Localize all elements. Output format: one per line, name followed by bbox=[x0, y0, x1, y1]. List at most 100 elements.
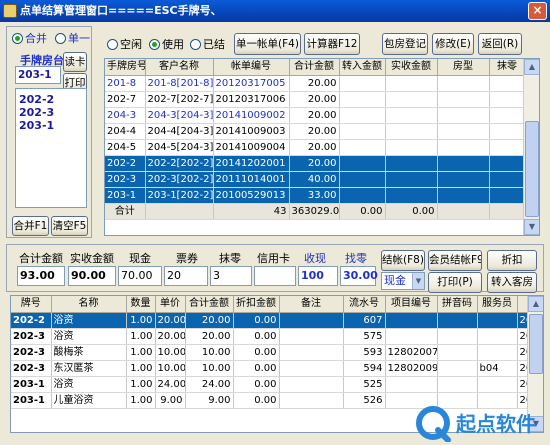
card-input[interactable]: 203-1 bbox=[15, 66, 61, 84]
total-amount-field[interactable]: 93.00 bbox=[17, 266, 65, 286]
room-listbox[interactable]: 202-2 202-3 203-1 bbox=[15, 88, 87, 208]
scroll-up-arrow[interactable]: ▲ bbox=[528, 296, 543, 312]
modify-button[interactable]: 修改(E) bbox=[432, 33, 474, 55]
table-cell: 东汉匿茶 bbox=[51, 360, 127, 377]
table-row[interactable]: 202-7 202-7[202-7] 20120317006 20.00 bbox=[105, 91, 526, 108]
table-cell: 儿童浴资 bbox=[51, 392, 127, 409]
scroll-up-arrow[interactable]: ▲ bbox=[524, 59, 539, 75]
settle-button[interactable]: 结帐(F8) bbox=[381, 250, 425, 271]
table-cell: 浴资 bbox=[51, 376, 127, 393]
col-header[interactable]: 名称 bbox=[51, 296, 127, 313]
table-cell bbox=[339, 171, 386, 188]
table-row[interactable]: 203-1 203-1[202-2] 20100529013 33.00 bbox=[105, 187, 526, 204]
col-header[interactable]: 转入金额 bbox=[339, 59, 386, 76]
mode-merge-radio[interactable]: 合并 bbox=[12, 30, 47, 46]
merge-button[interactable]: 合并F1 bbox=[12, 216, 49, 236]
table-row[interactable]: 202-2浴资1.0020.0020.000.00607201 bbox=[11, 312, 530, 329]
mode-single-label: 单一 bbox=[68, 32, 90, 45]
cash-received-field[interactable]: 100 bbox=[298, 266, 338, 286]
table-row[interactable]: 204-4 204-4[204-3] 20141009003 20.00 bbox=[105, 123, 526, 140]
bills-body: 201-8 201-8[201-8] 20120317005 20.00 202-7 20… bbox=[105, 75, 526, 204]
table-cell: 607 bbox=[343, 312, 386, 329]
list-item[interactable]: 202-3 bbox=[19, 106, 86, 119]
table-cell: 浴资 bbox=[51, 312, 127, 329]
voucher-field[interactable]: 20 bbox=[164, 266, 208, 286]
col-header[interactable]: 服务员 bbox=[477, 296, 518, 313]
col-header[interactable]: 房型 bbox=[437, 59, 490, 76]
print-button[interactable]: 打印(P) bbox=[428, 272, 482, 293]
table-cell: 10.00 bbox=[185, 344, 234, 361]
table-cell: 20.00 bbox=[185, 312, 234, 329]
cash-field[interactable]: 70.00 bbox=[118, 266, 162, 286]
list-item[interactable]: 203-1 bbox=[19, 119, 86, 132]
discount-button[interactable]: 折扣 bbox=[487, 250, 537, 271]
scroll-thumb[interactable] bbox=[525, 121, 539, 217]
col-header[interactable]: 合计金额 bbox=[289, 59, 340, 76]
col-header[interactable]: 拼音码 bbox=[437, 296, 478, 313]
back-button[interactable]: 返回(R) bbox=[478, 33, 522, 55]
single-bill-button[interactable]: 单一帐单(F4) bbox=[234, 33, 301, 55]
read-card-button[interactable]: 读卡 bbox=[63, 52, 87, 72]
member-settle-button[interactable]: 会员结帐F9 bbox=[428, 250, 482, 271]
col-header[interactable]: 手牌房号 bbox=[105, 59, 146, 76]
calculator-button[interactable]: 计算器F12 bbox=[304, 33, 360, 55]
table-row[interactable]: 202-3 202-3[202-2] 20111014001 40.00 bbox=[105, 171, 526, 188]
col-header[interactable]: 牌号 bbox=[11, 296, 52, 313]
table-row[interactable]: 204-3 204-3[204-3] 20141009002 20.00 bbox=[105, 107, 526, 124]
filter-idle-radio[interactable]: 空闲 bbox=[107, 36, 142, 52]
table-row[interactable]: 203-1浴资1.0024.0024.000.00525201 bbox=[11, 376, 530, 393]
summary-header: 票券 bbox=[176, 252, 198, 265]
rounding-field[interactable]: 3 bbox=[210, 266, 252, 286]
table-cell: 1.00 bbox=[126, 376, 156, 393]
payment-method-select[interactable]: 现金 ▼ bbox=[381, 272, 425, 290]
table-cell: 201-8 bbox=[105, 75, 146, 92]
bills-grid[interactable]: 手牌房号 客户名称 帐单编号 合计金额 转入金额 实收金额 房型 抹零 201-… bbox=[104, 58, 540, 236]
table-cell: 20.00 bbox=[289, 75, 340, 92]
total-received: 0.00 bbox=[339, 203, 386, 220]
table-cell bbox=[437, 376, 478, 393]
credit-card-field[interactable] bbox=[254, 266, 296, 286]
col-header[interactable]: 折扣金额 bbox=[233, 296, 280, 313]
col-header[interactable]: 项目编号 bbox=[385, 296, 438, 313]
filter-in-use-radio[interactable]: 使用 bbox=[149, 36, 184, 52]
scroll-thumb[interactable] bbox=[529, 314, 543, 374]
col-header[interactable]: 实收金额 bbox=[385, 59, 438, 76]
col-header[interactable]: 合计金额 bbox=[185, 296, 234, 313]
table-row[interactable]: 204-5 204-5[204-3] 20141009004 20.00 bbox=[105, 139, 526, 156]
radio-dot bbox=[12, 33, 23, 44]
table-row[interactable]: 202-3 东汉匿茶 1.00 10.00 10.00 0.00 594 12802009 b0… bbox=[11, 360, 530, 377]
table-cell: 0.00 bbox=[233, 344, 280, 361]
chevron-down-icon[interactable]: ▼ bbox=[412, 273, 424, 289]
col-header[interactable]: 帐单编号 bbox=[213, 59, 290, 76]
table-cell bbox=[279, 376, 344, 393]
col-header[interactable]: 单价 bbox=[155, 296, 186, 313]
table-row[interactable]: 202-2 202-2[202-2] 20141202001 20.00 bbox=[105, 155, 526, 172]
transfer-room-button[interactable]: 转入客房 bbox=[487, 272, 537, 293]
col-header[interactable]: 数量 bbox=[126, 296, 156, 313]
room-register-button[interactable]: 包房登记 bbox=[382, 33, 428, 55]
table-row[interactable]: 202-3酸梅茶1.0010.0010.000.0059312802007201 bbox=[11, 344, 530, 361]
table-cell bbox=[385, 139, 438, 156]
table-cell bbox=[385, 171, 438, 188]
table-cell: 9.00 bbox=[155, 392, 186, 409]
total-amount: 363029.00 bbox=[289, 203, 340, 220]
scroll-down-arrow[interactable]: ▼ bbox=[524, 219, 539, 235]
clear-button[interactable]: 清空F5 bbox=[51, 216, 88, 236]
col-header[interactable]: 抹零 bbox=[489, 59, 526, 76]
change-field[interactable]: 30.00 bbox=[340, 266, 378, 286]
table-row[interactable]: 202-3浴资1.0020.0020.000.00575201 bbox=[11, 328, 530, 345]
filter-settled-radio[interactable]: 已结 bbox=[190, 36, 225, 52]
table-cell: 204-4 bbox=[105, 123, 146, 140]
bills-scrollbar[interactable]: ▲ ▼ bbox=[523, 59, 539, 235]
table-cell: 203-1[202-2] bbox=[145, 187, 214, 204]
col-header[interactable]: 流水号 bbox=[343, 296, 386, 313]
mode-single-radio[interactable]: 单一 bbox=[55, 30, 90, 46]
list-item[interactable]: 202-2 bbox=[19, 93, 86, 106]
total-empty bbox=[437, 203, 490, 220]
table-row[interactable]: 201-8 201-8[201-8] 20120317005 20.00 bbox=[105, 75, 526, 92]
close-button[interactable]: × bbox=[528, 2, 547, 20]
table-cell bbox=[385, 312, 438, 329]
col-header[interactable]: 客户名称 bbox=[145, 59, 214, 76]
col-header[interactable]: 备注 bbox=[279, 296, 344, 313]
received-amount-field[interactable]: 90.00 bbox=[68, 266, 116, 286]
